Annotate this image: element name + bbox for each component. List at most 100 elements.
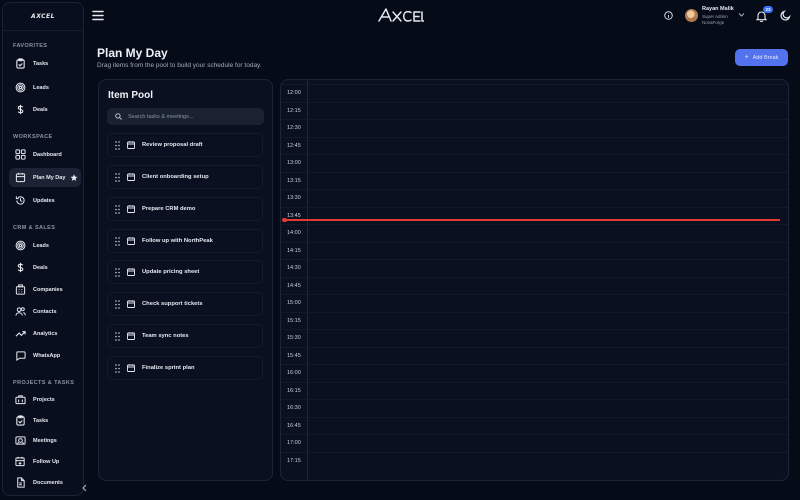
- pool-item-label: Client onboarding setup: [142, 174, 209, 180]
- sidebar-item-follow-up[interactable]: Follow Up: [9, 452, 81, 471]
- time-slot-label: 12:45: [287, 142, 301, 149]
- time-slot[interactable]: 15:30: [281, 329, 788, 347]
- sidebar-logo[interactable]: AXCEL: [3, 3, 83, 31]
- star-icon[interactable]: [70, 173, 78, 182]
- time-slot[interactable]: 12:30: [281, 119, 788, 137]
- calendar-icon: [15, 172, 26, 183]
- sidebar-item-label: Leads: [33, 84, 49, 91]
- time-slot[interactable]: 13:15: [281, 171, 788, 190]
- pool-item-label: Follow up with NorthPeak: [142, 238, 213, 244]
- time-slot[interactable]: 13:30: [281, 189, 788, 207]
- time-slot[interactable]: 17:15: [281, 451, 788, 470]
- time-slot[interactable]: 16:45: [281, 416, 788, 435]
- sidebar-item-contacts[interactable]: Contacts: [9, 302, 81, 321]
- calendar-icon: [127, 237, 135, 245]
- brand-logo[interactable]: [378, 7, 424, 23]
- user-org: NovaForge: [702, 19, 725, 25]
- time-slot[interactable]: 12:15: [281, 101, 788, 120]
- time-slot[interactable]: 16:30: [281, 399, 788, 417]
- clipboard-check-icon: [16, 58, 25, 69]
- search-box[interactable]: [107, 108, 264, 125]
- collapse-chevron-icon[interactable]: [81, 483, 89, 493]
- menu-icon[interactable]: [92, 10, 104, 21]
- time-slot[interactable]: 15:15: [281, 311, 788, 330]
- info-icon[interactable]: [664, 11, 673, 20]
- calendar-icon: [127, 268, 135, 276]
- sidebar-item-leads-favorite[interactable]: Leads: [9, 78, 81, 97]
- user-name[interactable]: Rayan Malik: [702, 6, 734, 12]
- time-slot[interactable]: 14:45: [281, 276, 788, 295]
- add-break-label: Add Break: [752, 54, 779, 61]
- sidebar-item-projects[interactable]: Projects: [9, 390, 81, 409]
- sidebar-item-analytics[interactable]: Analytics: [9, 324, 81, 343]
- time-slot[interactable]: 13:00: [281, 154, 788, 172]
- drag-handle-icon[interactable]: [115, 140, 120, 150]
- pool-item-label: Review proposal draft: [142, 142, 203, 148]
- pool-item-label: Update pricing sheet: [142, 269, 200, 275]
- sidebar-item-deals[interactable]: Deals: [9, 258, 81, 277]
- pool-item[interactable]: Finalize sprint plan: [107, 356, 263, 380]
- time-slot[interactable]: 16:15: [281, 381, 788, 400]
- time-slot[interactable]: 12:00: [281, 84, 788, 102]
- item-pool-panel: Item Pool Review proposal draft Client o…: [98, 79, 273, 481]
- user-role: Super Admin: [702, 13, 728, 19]
- sidebar-logo-text: AXCEL: [31, 13, 55, 20]
- time-slot[interactable]: 14:00: [281, 224, 788, 242]
- time-slot[interactable]: 14:15: [281, 241, 788, 260]
- chevron-down-icon[interactable]: [738, 12, 745, 18]
- pool-item[interactable]: Check support tickets: [107, 292, 263, 316]
- time-slot[interactable]: 14:30: [281, 259, 788, 277]
- sidebar-item-dashboard[interactable]: Dashboard: [9, 145, 81, 164]
- time-slot[interactable]: 15:00: [281, 294, 788, 312]
- time-slot[interactable]: 13:45: [281, 206, 788, 225]
- sidebar-item-companies[interactable]: Companies: [9, 280, 81, 299]
- page-subtitle: Drag items from the pool to build your s…: [97, 62, 262, 69]
- time-slot-label: 17:00: [287, 440, 301, 446]
- pool-item[interactable]: Review proposal draft: [107, 133, 263, 157]
- pool-item[interactable]: Update pricing sheet: [107, 260, 263, 284]
- section-workspace: WORKSPACE: [13, 134, 53, 140]
- sidebar-item-label: Follow Up: [33, 458, 60, 465]
- add-break-button[interactable]: + Add Break: [735, 49, 788, 66]
- sidebar-item-documents[interactable]: Documents: [9, 473, 81, 492]
- sidebar-item-label: Companies: [33, 286, 63, 293]
- sidebar-item-label: Contacts: [33, 308, 57, 315]
- section-crm-sales: CRM & SALES: [13, 225, 56, 231]
- sidebar-item-whatsapp[interactable]: WhatsApp: [9, 346, 81, 365]
- sidebar-item-leads[interactable]: Leads: [9, 236, 81, 255]
- avatar[interactable]: [685, 9, 698, 22]
- sidebar-item-tasks-favorite[interactable]: Tasks: [9, 54, 81, 73]
- sidebar-item-meetings[interactable]: Meetings: [9, 431, 81, 450]
- pool-item[interactable]: Client onboarding setup: [107, 165, 263, 189]
- time-slot-label: 17:15: [287, 457, 301, 464]
- time-slot[interactable]: 15:45: [281, 346, 788, 365]
- drag-handle-icon[interactable]: [115, 172, 120, 182]
- drag-handle-icon[interactable]: [115, 299, 120, 309]
- notification-badge: 23: [763, 6, 773, 13]
- drag-handle-icon[interactable]: [115, 236, 120, 246]
- drag-handle-icon[interactable]: [115, 267, 120, 277]
- drag-handle-icon[interactable]: [115, 331, 120, 341]
- drag-handle-icon[interactable]: [115, 363, 120, 373]
- pool-item[interactable]: Team sync notes: [107, 324, 263, 348]
- sidebar-item-updates[interactable]: Updates: [9, 191, 81, 210]
- time-slot-label: 12:15: [287, 107, 301, 114]
- moon-icon[interactable]: [780, 10, 791, 21]
- time-slot[interactable]: 12:45: [281, 136, 788, 155]
- schedule-timeline[interactable]: 12:00 12:15 12:30 12:45 13:00 13:15 13:30 13:45…: [280, 79, 789, 481]
- sidebar-item-plan-my-day[interactable]: Plan My Day: [9, 168, 81, 187]
- sidebar-item-deals-favorite[interactable]: Deals: [9, 100, 81, 119]
- time-slot[interactable]: 16:00: [281, 364, 788, 382]
- sidebar-item-label: Deals: [33, 264, 48, 271]
- pool-item[interactable]: Prepare CRM demo: [107, 197, 263, 221]
- time-slot-label: 16:15: [287, 387, 301, 394]
- calendar-icon: [127, 205, 135, 213]
- search-input[interactable]: [128, 113, 258, 120]
- drag-handle-icon[interactable]: [115, 204, 120, 214]
- message-icon: [16, 351, 26, 361]
- time-slot[interactable]: 17:00: [281, 434, 788, 452]
- sidebar-item-label: WhatsApp: [33, 352, 61, 359]
- sidebar-item-tasks[interactable]: Tasks: [9, 411, 81, 430]
- sidebar-item-label: Dashboard: [33, 151, 62, 158]
- pool-item[interactable]: Follow up with NorthPeak: [107, 229, 263, 253]
